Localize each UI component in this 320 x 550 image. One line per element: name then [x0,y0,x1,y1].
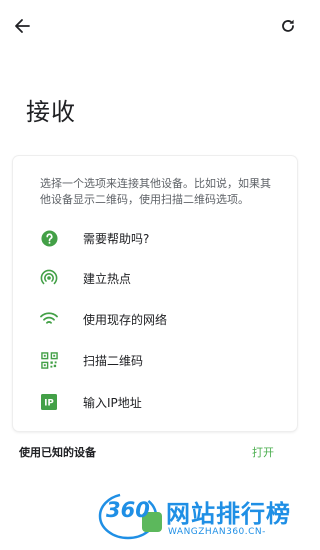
option-label: 使用现存的网络 [83,313,168,327]
option-label: 输入IP地址 [83,396,142,410]
svg-text:IP: IP [44,399,53,409]
refresh-button[interactable] [276,14,300,38]
hotspot-icon [40,269,58,287]
card-description: 选择一个选项来连接其他设备。比如说，如果其他设备显示二维码，使用扫描二维码选项。 [40,177,271,206]
top-bar [0,0,309,52]
option-hotspot[interactable]: 建立热点 [13,262,297,294]
watermark-logo-text: 360 [106,498,150,522]
watermark-main-text: 网站排行榜 [166,500,291,528]
option-existing-network[interactable]: 使用现存的网络 [13,303,297,335]
option-scan-qr[interactable]: 扫描二维码 [13,344,297,376]
option-enter-ip[interactable]: IP 输入IP地址 [13,386,297,418]
known-devices-label: 使用已知的设备 [19,446,96,459]
watermark: 360 网站排行榜 WANGZHAN360.CN- [98,490,309,550]
back-button[interactable] [10,14,34,38]
option-label: 需要帮助吗? [83,232,150,246]
option-label: 扫描二维码 [83,354,144,368]
connect-options-card: 选择一个选项来连接其他设备。比如说，如果其他设备显示二维码，使用扫描二维码选项。… [13,156,297,431]
watermark-sub-text: WANGZHAN360.CN- [168,527,266,537]
wifi-icon [40,310,58,328]
open-button[interactable]: 打开 [252,444,274,460]
page-title: 接收 [26,98,76,126]
qr-code-icon [40,351,58,369]
help-icon [40,229,58,247]
refresh-icon [282,19,294,32]
option-label: 建立热点 [83,272,132,286]
ip-icon: IP [40,393,58,411]
arrow-left-icon [15,19,30,33]
option-help[interactable]: 需要帮助吗? [13,222,297,254]
known-devices-row: 使用已知的设备 打开 [0,438,309,462]
